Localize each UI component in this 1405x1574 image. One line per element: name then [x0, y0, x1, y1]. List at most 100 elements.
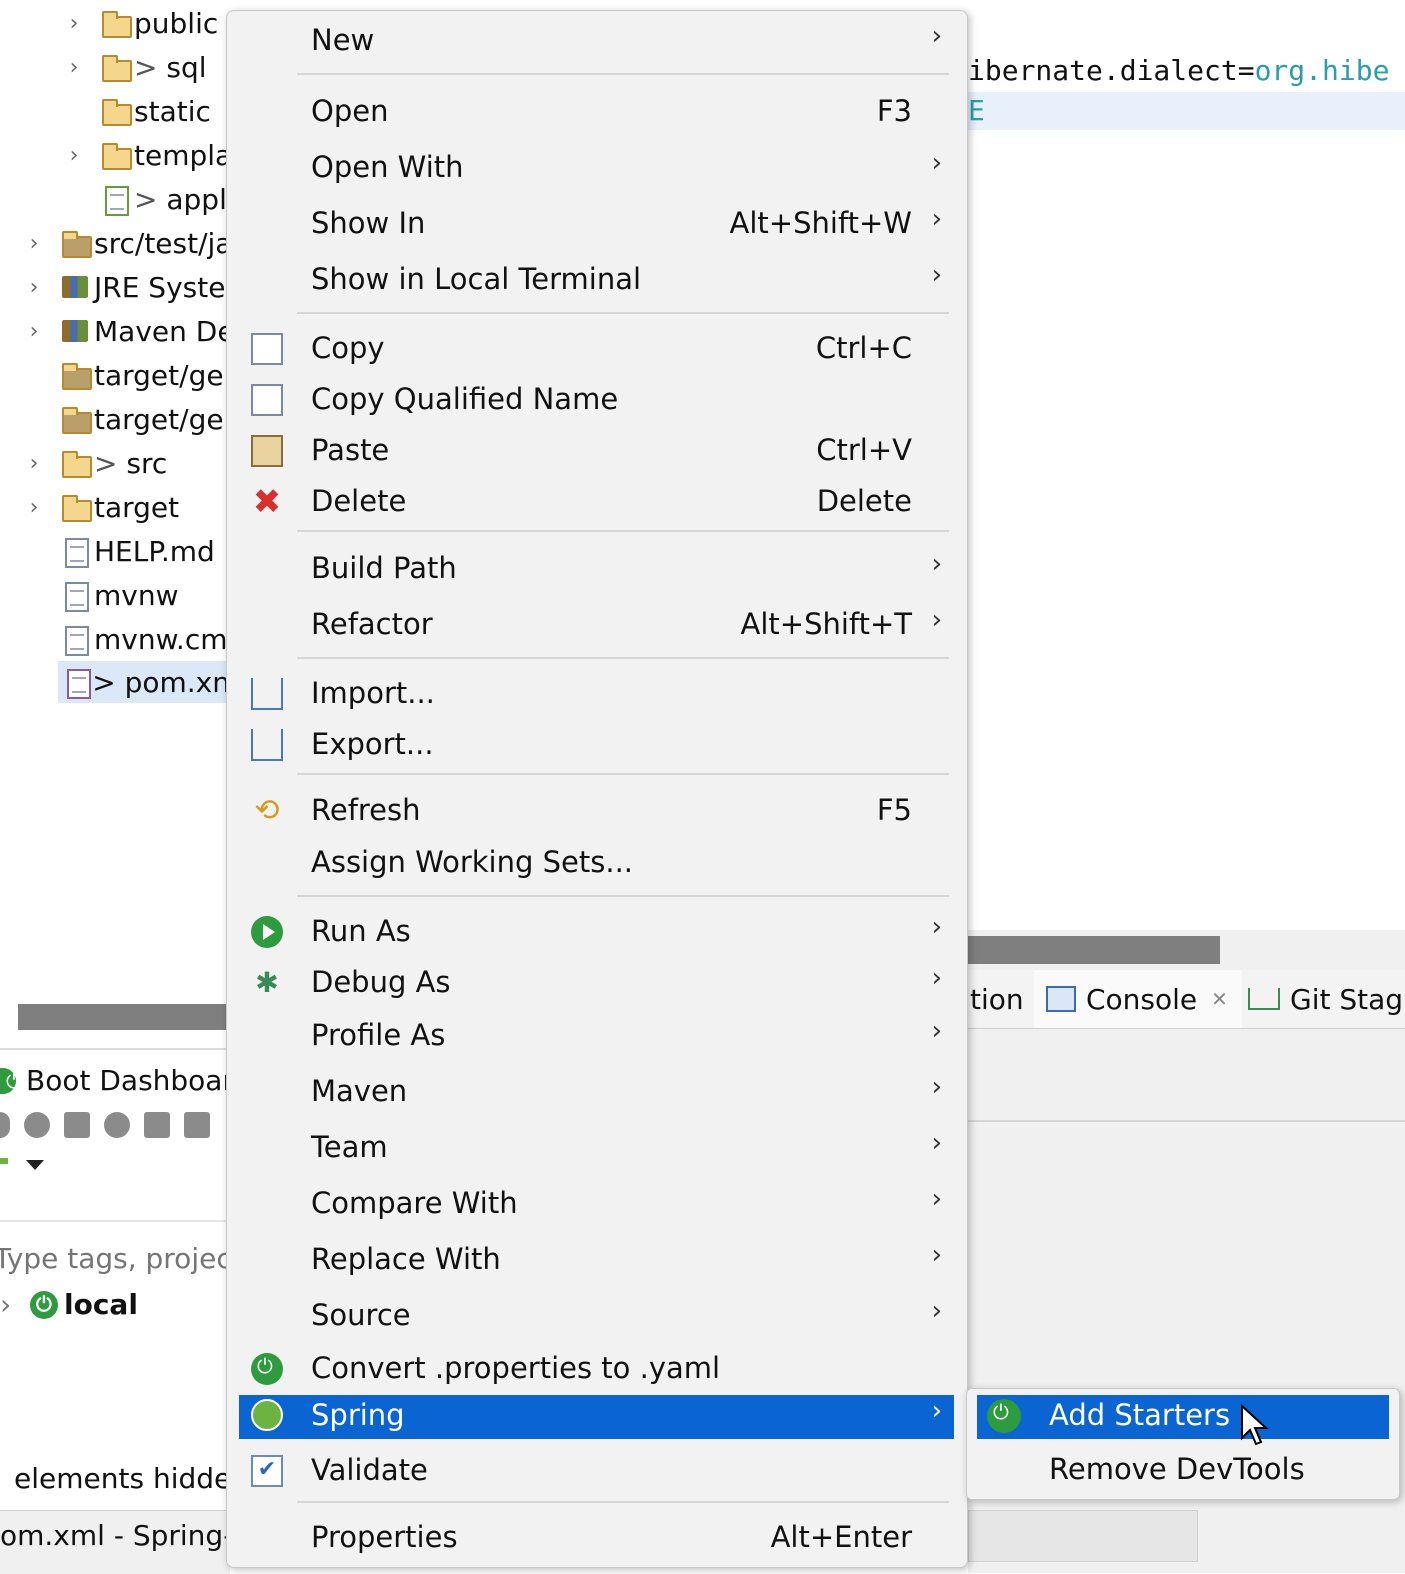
copy-icon	[251, 333, 283, 365]
tree-item-static[interactable]: static	[60, 90, 211, 132]
menu-item-label: Profile As	[311, 1018, 446, 1052]
tree-item-local[interactable]: › local	[0, 1288, 138, 1321]
chevron-right-icon: ›	[931, 963, 942, 993]
menu-item-label: Team	[311, 1130, 388, 1164]
menu-item-copy-qualified-name[interactable]: Copy Qualified Name	[239, 376, 954, 426]
menu-item-replace-with[interactable]: Replace With ›	[239, 1236, 954, 1286]
tree-item-maven-dependencies[interactable]: › Maven De	[20, 310, 235, 352]
boot-filter-input[interactable]	[0, 1236, 230, 1280]
menu-separator	[297, 773, 949, 775]
menu-item-profile-as[interactable]: Profile As ›	[239, 1012, 954, 1062]
menu-separator	[297, 895, 949, 897]
menu-item-shortcut: Delete	[816, 484, 912, 518]
chevron-right-icon[interactable]: ›	[60, 55, 88, 80]
mouse-cursor-icon	[1241, 1404, 1269, 1446]
menu-item-show-in-local-terminal[interactable]: Show in Local Terminal ›	[239, 256, 954, 306]
file-icon	[60, 624, 90, 656]
spring-boot-icon	[251, 1353, 283, 1385]
port-forward-icon[interactable]	[184, 1112, 210, 1138]
git-changed-prefix: >	[134, 50, 167, 84]
menu-item-label: Compare With	[311, 1186, 518, 1220]
tree-item-templates[interactable]: › templa	[60, 134, 233, 176]
horizontal-scrollbar[interactable]	[968, 936, 1220, 964]
menu-item-show-in[interactable]: Show In Alt+Shift+W ›	[239, 200, 954, 250]
tree-item-pom-xml[interactable]: > pom.xn	[58, 661, 230, 703]
tab-git-staging[interactable]: Git Stag	[1248, 970, 1403, 1028]
status-text: om.xml - Spring-	[0, 1519, 234, 1552]
chevron-right-icon[interactable]: ›	[60, 143, 88, 168]
tree-item-jre-system-library[interactable]: › JRE Syste	[20, 266, 226, 308]
menu-item-add-starters[interactable]: Add Starters	[977, 1395, 1389, 1439]
menu-item-maven[interactable]: Maven ›	[239, 1068, 954, 1118]
tree-item-label: sql	[166, 50, 207, 84]
menu-item-paste[interactable]: Paste Ctrl+V	[239, 427, 954, 477]
menu-item-export[interactable]: Export...	[239, 721, 954, 771]
tree-item-src[interactable]: › > src	[20, 442, 168, 484]
tree-item-mvnw[interactable]: mvnw	[20, 574, 179, 616]
menu-item-remove-devtools[interactable]: Remove DevTools	[977, 1449, 1389, 1493]
tree-item-help-md[interactable]: HELP.md	[20, 530, 215, 572]
chevron-right-icon[interactable]: ›	[20, 275, 48, 300]
status-field	[968, 1510, 1198, 1562]
horizontal-scrollbar[interactable]	[18, 1004, 230, 1030]
menu-item-assign-working-sets[interactable]: Assign Working Sets...	[239, 839, 954, 889]
close-icon[interactable]: ✕	[1211, 987, 1228, 1011]
menu-item-run-as[interactable]: Run As ›	[239, 908, 954, 958]
menu-item-label: Convert .properties to .yaml	[311, 1351, 721, 1385]
tree-item-target[interactable]: › target	[20, 486, 180, 528]
chevron-right-icon: ›	[931, 1396, 942, 1426]
tab-console[interactable]: Console ✕	[1034, 970, 1242, 1028]
menu-item-copy[interactable]: Copy Ctrl+C	[239, 325, 954, 375]
menu-item-spring[interactable]: Spring ›	[239, 1395, 954, 1439]
menu-item-build-path[interactable]: Build Path ›	[239, 545, 954, 595]
tree-item-application-properties[interactable]: > appl	[60, 178, 227, 220]
chevron-right-icon[interactable]: ›	[20, 495, 48, 520]
menu-item-properties[interactable]: Properties Alt+Enter	[239, 1514, 954, 1564]
chevron-right-icon: ›	[931, 204, 942, 234]
menu-item-refresh[interactable]: ⟲ Refresh F5	[239, 787, 954, 837]
stop-icon[interactable]	[64, 1112, 90, 1138]
library-icon	[60, 316, 90, 346]
start-icon[interactable]	[0, 1112, 10, 1138]
debug-icon[interactable]	[24, 1112, 50, 1138]
menu-item-compare-with[interactable]: Compare With ›	[239, 1180, 954, 1230]
tab-boot-dashboard[interactable]: Boot Dashboar	[0, 1064, 234, 1097]
divider	[0, 1220, 230, 1222]
menu-item-open[interactable]: Open F3	[239, 88, 954, 138]
tab-problems-partial[interactable]: tion	[970, 970, 1024, 1028]
menu-separator	[297, 312, 949, 314]
menu-item-refactor[interactable]: Refactor Alt+Shift+T ›	[239, 601, 954, 651]
current-line-highlight: E	[968, 92, 1405, 130]
chevron-right-icon[interactable]: ›	[20, 451, 48, 476]
open-browser-icon[interactable]	[104, 1112, 130, 1138]
menu-item-validate[interactable]: ✔ Validate	[239, 1447, 954, 1497]
menu-item-new[interactable]: New ›	[239, 17, 954, 67]
tree-item-target-generated-1[interactable]: target/ge	[20, 354, 224, 396]
menu-item-import[interactable]: Import...	[239, 670, 954, 720]
dropdown-arrow-icon[interactable]	[26, 1160, 44, 1170]
tree-item-mvnw-cmd[interactable]: mvnw.cm	[20, 618, 228, 660]
menu-item-open-with[interactable]: Open With ›	[239, 144, 954, 194]
console-icon[interactable]	[144, 1112, 170, 1138]
chevron-right-icon[interactable]: ›	[60, 11, 88, 36]
tree-item-src-test-java[interactable]: › src/test/ja	[20, 222, 233, 264]
chevron-right-icon[interactable]: ›	[20, 319, 48, 344]
chevron-right-icon: ›	[931, 21, 942, 51]
menu-item-source[interactable]: Source ›	[239, 1292, 954, 1342]
folder-icon	[60, 492, 92, 522]
menu-item-team[interactable]: Team ›	[239, 1124, 954, 1174]
context-menu: New › Open F3 Open With › Show In Alt+Sh…	[226, 10, 968, 1568]
properties-editor[interactable]: ibernate.dialect=org.hibe E	[968, 0, 1405, 930]
menu-item-debug-as[interactable]: ✱ Debug As ›	[239, 959, 954, 1009]
tree-item-target-generated-2[interactable]: target/ge	[20, 398, 224, 440]
chevron-right-icon[interactable]: ›	[20, 231, 48, 256]
menu-item-delete[interactable]: ✖ Delete Delete	[239, 478, 954, 528]
tree-item-label: public	[134, 6, 219, 40]
menu-item-label: Replace With	[311, 1242, 501, 1276]
folder-icon	[100, 140, 132, 170]
tree-item-public[interactable]: › public	[60, 2, 219, 44]
tree-item-sql[interactable]: › > sql	[60, 46, 207, 88]
chevron-right-icon: ›	[931, 1184, 942, 1214]
menu-item-convert-properties-to-yaml[interactable]: Convert .properties to .yaml	[239, 1345, 954, 1395]
chevron-right-icon[interactable]: ›	[0, 1288, 30, 1321]
